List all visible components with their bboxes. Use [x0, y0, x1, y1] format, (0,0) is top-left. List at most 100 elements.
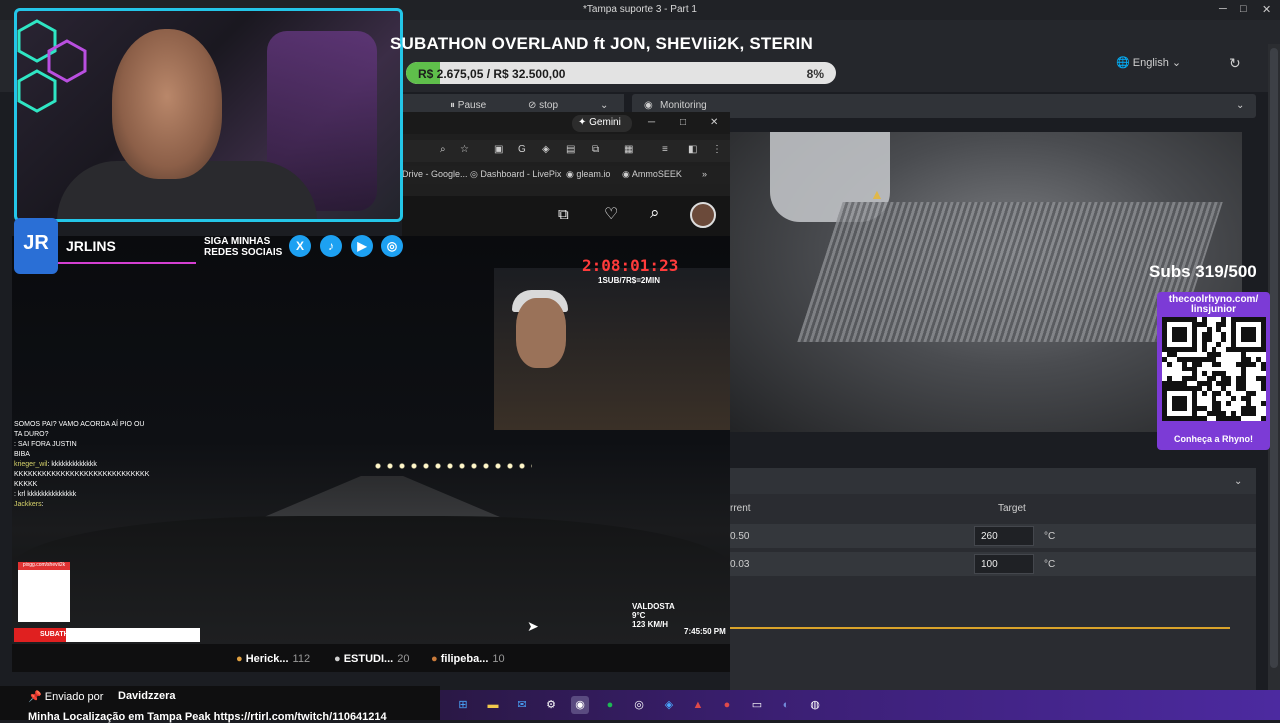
more-icon[interactable]: ⋮ [712, 144, 722, 155]
language-select[interactable]: 🌐 English ⌄ [1116, 56, 1181, 69]
library-icon[interactable]: ⧉ [558, 206, 569, 223]
subs-counter: Subs 319/500 [1149, 262, 1257, 281]
webcam-overlay [14, 8, 403, 222]
close-button[interactable]: ✕ [710, 117, 718, 128]
goal-percent: 8% [806, 67, 824, 81]
bookmarks-bar: Drive - Google... ◎ Dashboard - LivePix … [402, 166, 730, 184]
chat-message: : SAI FORA JUSTIN [14, 440, 154, 450]
chat-message: : krl kkkkkkkkkkkkkk [14, 490, 154, 500]
supporter-value: 10 [492, 653, 505, 665]
discord-icon[interactable]: ◐ [777, 696, 795, 714]
extension-icon[interactable]: ▣ [494, 144, 503, 155]
location-overlay: VALDOSTA 9°C 123 KM/H [632, 602, 675, 629]
stop-button[interactable]: ⊘ stop [528, 100, 558, 111]
extension-icon[interactable]: ◈ [542, 144, 550, 155]
supporter-name: ESTUDI... [343, 653, 394, 665]
pause-button[interactable]: ⏸ Pause [450, 100, 486, 111]
car-dashboard [12, 516, 730, 644]
scrollbar-thumb[interactable] [1270, 48, 1278, 668]
chat-message: SOMOS PAI? VAMO ACORDA AÍ PIO OU TA DURO… [14, 420, 154, 440]
chevron-down-icon[interactable]: ⌄ [600, 100, 608, 111]
maximize-button[interactable]: □ [680, 117, 686, 128]
zoom-icon[interactable]: ⌕ [440, 144, 446, 155]
qr-module [1196, 361, 1202, 367]
search-icon[interactable]: ⌕ [650, 203, 660, 223]
app-icon[interactable]: ▲ [689, 696, 707, 714]
bookmark-icon: ◎ [470, 169, 481, 179]
extension-icon[interactable]: ≡ [662, 144, 668, 155]
app-icon[interactable]: ● [718, 696, 736, 714]
timer-rule: 1SUB/7R$=2MIN [598, 276, 661, 285]
pinned-text: Minha Localização em Tampa Peak https://… [28, 711, 387, 723]
follow-text-line-2: REDES SOCIAIS [204, 247, 283, 258]
supporter-name: Herick... [245, 653, 289, 665]
qr-module [1201, 391, 1207, 397]
bookmark-drive[interactable]: Drive - Google... [402, 169, 468, 179]
temperature-panel-header[interactable]: ⌄ [730, 468, 1256, 494]
bookmark-label: Dashboard - LivePix [480, 169, 562, 179]
bookmarks-overflow[interactable]: » [702, 169, 707, 179]
star-icon[interactable]: ☆ [460, 144, 469, 155]
terminal-icon[interactable]: ▭ [748, 696, 766, 714]
qr-module [1181, 336, 1187, 342]
qr-module [1261, 346, 1266, 352]
sponsor-url: thecoolrhyno.com/ linsjunior [1168, 294, 1259, 315]
extension-icon[interactable]: ▤ [566, 144, 575, 155]
unit-label: °C [1044, 559, 1056, 570]
chrome-icon[interactable]: ◉ [571, 696, 589, 714]
banner-accent-line [56, 262, 196, 264]
tiktok-icon: ♪ [320, 235, 342, 257]
maximize-button[interactable]: □ [1240, 3, 1247, 15]
extension-icon[interactable]: ▦ [624, 144, 633, 155]
heart-icon[interactable]: ♡ [604, 204, 618, 224]
qr-module [1231, 396, 1237, 402]
obs-icon[interactable]: ◎ [630, 696, 648, 714]
target-input[interactable]: 260 [974, 526, 1034, 546]
refresh-icon[interactable]: ↻ [1229, 55, 1241, 72]
extension-icon[interactable]: ⧉ [592, 144, 599, 155]
spotify-icon[interactable]: ● [601, 696, 619, 714]
small-qr-label: pixgg.com/shevii2k [18, 562, 70, 570]
bookmark-label: gleam.io [576, 169, 611, 179]
qr-module [1166, 361, 1172, 367]
qr-module [1236, 416, 1242, 421]
chat-text: SOMOS PAI? VAMO ACORDA AÍ PIO OU TA DURO… [14, 421, 145, 438]
qr-module [1261, 366, 1266, 372]
channel-handle: JRLINS [66, 238, 116, 254]
location-city: VALDOSTA [632, 602, 675, 611]
bookmark-gleam[interactable]: ◉ gleam.io [566, 169, 610, 180]
chat-text: : krl kkkkkkkkkkkkkk [14, 491, 77, 498]
streamer-face [112, 29, 222, 179]
monitoring-label: Monitoring [660, 100, 707, 111]
bookmark-ammoseek[interactable]: ◉ AmmoSEEK [622, 169, 682, 180]
chat-user: Jackkers [14, 501, 42, 508]
qr-module [1251, 361, 1257, 367]
pinned-user[interactable]: Davidzzera [118, 690, 175, 702]
steam-icon[interactable]: ⚙ [542, 696, 560, 714]
app-icon[interactable]: ◍ [806, 696, 824, 714]
avatar[interactable] [690, 202, 716, 228]
app-icon[interactable]: ◈ [660, 696, 678, 714]
mail-icon[interactable]: ✉ [513, 696, 531, 714]
follow-text: SIGA MINHAS REDES SOCIAIS [204, 236, 282, 258]
small-qr-code [18, 562, 70, 622]
browser-toolbar: ⌕ ☆ ▣ G ◈ ▤ ⧉ ▦ ≡ ◧ ⋮ [402, 140, 730, 162]
driver-face [516, 298, 566, 368]
extension-icon[interactable]: ◧ [688, 144, 697, 155]
close-button[interactable]: ✕ [1262, 3, 1271, 16]
mouse-cursor-icon: ➤ [527, 618, 539, 634]
google-icon[interactable]: G [518, 144, 526, 155]
target-header: Target [998, 503, 1026, 514]
target-input[interactable]: 100 [974, 554, 1034, 574]
badge-icon: ● [334, 653, 341, 665]
bookmark-label: AmmoSEEK [631, 169, 682, 179]
start-icon[interactable]: ⊞ [454, 696, 472, 714]
sponsor-qr-code [1162, 317, 1266, 421]
stream-title: SUBATHON OVERLAND ft JON, SHEVIii2K, STE… [390, 34, 813, 53]
file-explorer-icon[interactable]: ▬ [484, 696, 502, 714]
gemini-button[interactable]: ✦ Gemini [572, 115, 632, 132]
minimize-button[interactable]: ─ [648, 117, 655, 128]
minimize-button[interactable]: ─ [1219, 3, 1227, 15]
bookmark-livepix[interactable]: ◎ Dashboard - LivePix [470, 169, 561, 180]
qr-module [1216, 391, 1222, 397]
